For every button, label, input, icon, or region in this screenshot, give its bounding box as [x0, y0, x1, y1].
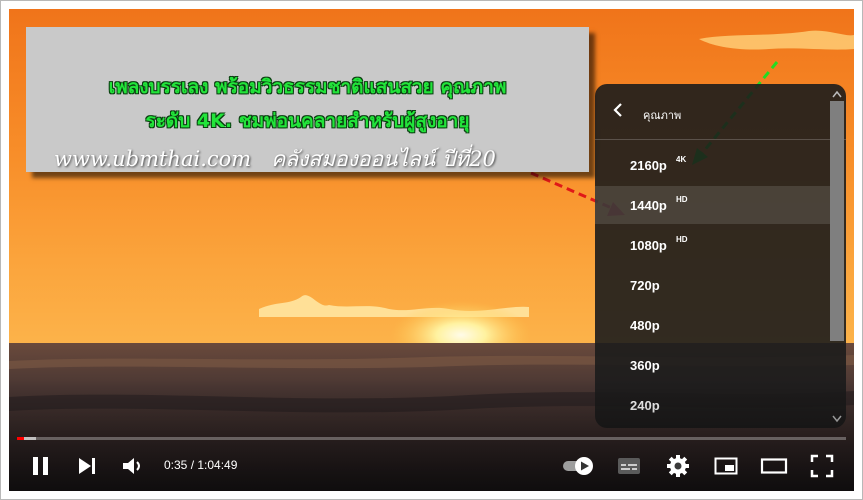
quality-menu-header[interactable]: คุณภาพ	[595, 84, 846, 140]
quality-option-label: 480p	[630, 318, 660, 333]
caption-line-1: เพลงบรรเลง พร้อมวิวธรรมชาติแสนสวย คุณภาพ	[108, 76, 507, 98]
scrollbar-thumb[interactable]	[830, 101, 844, 341]
settings-gear-icon[interactable]	[664, 452, 692, 480]
fullscreen-icon[interactable]	[808, 452, 836, 480]
quality-option-label: 1440p	[630, 198, 667, 213]
quality-badge: HD	[676, 195, 688, 204]
video-player[interactable]: เพลงบรรเลง พร้อมวิวธรรมชาติแสนสวย คุณภาพ…	[9, 9, 854, 491]
screenshot-frame: เพลงบรรเลง พร้อมวิวธรรมชาติแสนสวย คุณภาพ…	[0, 0, 863, 500]
quality-option-label: 360p	[630, 358, 660, 373]
quality-option[interactable]: 1440p HD	[595, 186, 831, 224]
quality-option[interactable]: 480p	[595, 306, 831, 344]
progress-bar[interactable]	[17, 437, 846, 440]
autoplay-toggle-icon[interactable]	[561, 452, 597, 480]
caption-overlay: เพลงบรรเลง พร้อมวิวธรรมชาติแสนสวย คุณภาพ…	[26, 27, 589, 172]
caption-website: www.ubmthai.com	[54, 147, 252, 171]
caption-website-line: www.ubmthai.com คลังสมองออนไลน์ ปีที่20	[54, 143, 496, 176]
caption-tagline: คลังสมองออนไลน์ ปีที่20	[271, 147, 496, 171]
quality-option[interactable]: 1080p HD	[595, 226, 831, 264]
quality-settings-menu: คุณภาพ 2160p 4K 1440p HD 1080p HD 720p 480p 360p…	[595, 84, 846, 428]
next-icon[interactable]	[73, 452, 101, 480]
caption-line-2: ระดับ 4K. ชมพ่อนคลายสำหรับผู้สูงอายุ	[145, 110, 470, 132]
scroll-up-icon[interactable]	[832, 90, 842, 98]
quality-option-label: 720p	[630, 278, 660, 293]
pause-icon[interactable]	[27, 452, 55, 480]
volume-icon[interactable]	[118, 452, 146, 480]
quality-badge: 4K	[676, 155, 687, 164]
subtitles-icon[interactable]	[615, 452, 643, 480]
quality-badge: HD	[676, 235, 688, 244]
quality-option[interactable]: 2160p 4K	[595, 146, 831, 184]
quality-menu-title: คุณภาพ	[643, 110, 682, 122]
theater-mode-icon[interactable]	[760, 452, 788, 480]
progress-played	[17, 437, 25, 440]
miniplayer-icon[interactable]	[712, 452, 740, 480]
quality-option-label: 1080p	[630, 238, 667, 253]
back-chevron-icon[interactable]	[611, 102, 627, 118]
quality-option-label: 2160p	[630, 158, 667, 173]
quality-menu-scrollbar[interactable]	[830, 90, 844, 423]
time-display: 0:35 / 1:04:49	[164, 458, 238, 472]
quality-option[interactable]: 720p	[595, 266, 831, 304]
